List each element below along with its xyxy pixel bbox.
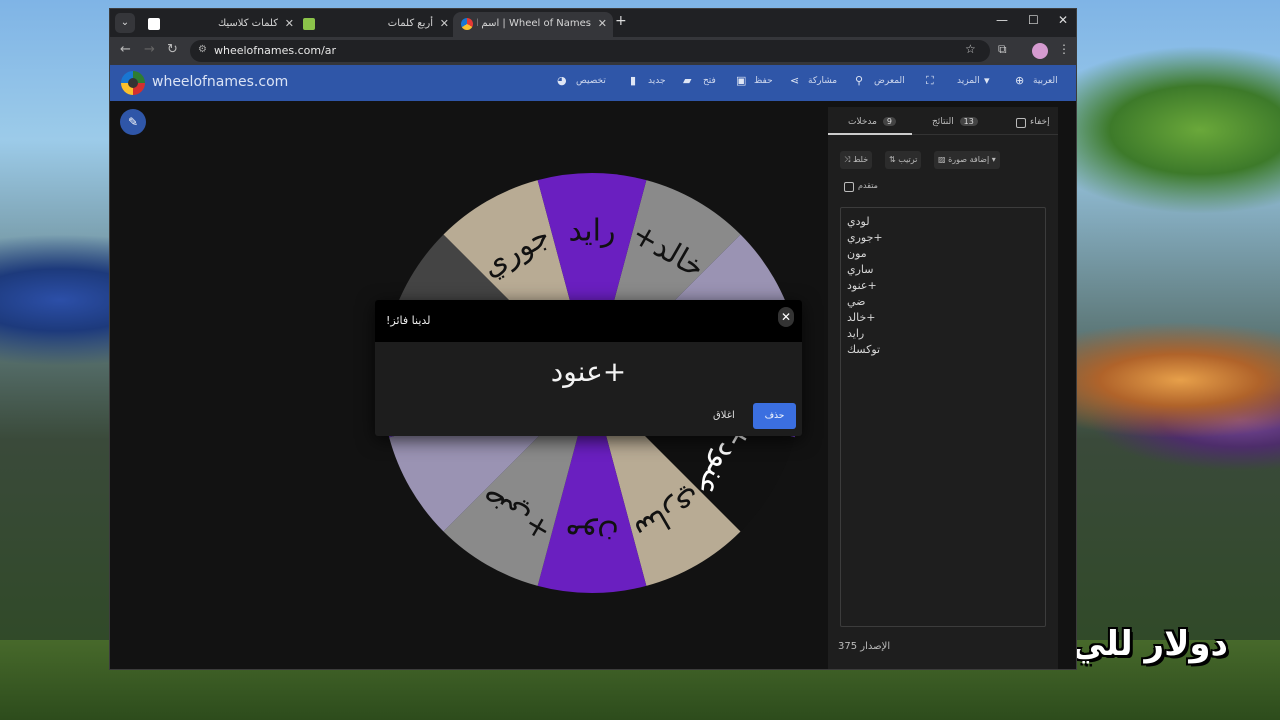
profile-avatar[interactable] (1032, 43, 1048, 59)
nav-new[interactable]: جديد (648, 76, 666, 86)
entry-line: ساري (847, 263, 874, 276)
folder-icon: ▰ (683, 74, 692, 87)
url-text: wheelofnames.com/ar (214, 44, 337, 57)
dialog-header: لدينا فائز! ✕ (375, 300, 802, 342)
entry-line: توكسك (847, 343, 881, 356)
fullscreen-icon[interactable]: ⛶ (926, 74, 934, 88)
extensions-icon[interactable]: ⧉ (998, 42, 1007, 57)
entries-panel: 9 مدخلات 13 النتائج إخفاء ⤨ خلط ⇅ ترتيب (828, 107, 1058, 669)
entry-line: رايد (847, 327, 865, 340)
shuffle-button[interactable]: ⤨ خلط (840, 151, 873, 169)
address-bar[interactable]: ⚙ wheelofnames.com/ar (190, 40, 990, 62)
nav-share[interactable]: مشاركة (808, 76, 837, 86)
entries-textarea[interactable]: لودي +جوري مون ساري +عنود ضي +خالد رايد توكسك (840, 207, 1046, 627)
close-icon[interactable]: ✕ (778, 307, 794, 327)
winner-name: +عنود (550, 355, 627, 388)
tab-close-icon[interactable]: ✕ (598, 12, 607, 36)
hide-checkbox[interactable] (1016, 118, 1026, 128)
nav-open[interactable]: فتح (703, 76, 716, 86)
app-bar: wheelofnames.com ◕ تخصيص ▮ جديد ▰ فتح ▣ … (110, 65, 1076, 101)
sort-icon: ⇅ (889, 155, 896, 164)
version-text: الإصدار 375 (838, 641, 891, 652)
tab-entries[interactable]: 9 مدخلات (848, 117, 896, 127)
save-icon: ▣ (736, 74, 747, 87)
tab-results[interactable]: 13 النتائج (932, 117, 978, 127)
edit-pencil-button[interactable]: ✎ (120, 109, 146, 135)
advanced-checkbox[interactable] (844, 182, 854, 192)
browser-menu-icon[interactable]: ⋮ (1058, 42, 1070, 56)
palette-icon: ◕ (557, 74, 567, 87)
advanced-label: متقدم (858, 181, 878, 190)
forward-icon[interactable]: → (144, 42, 155, 57)
close-window-icon[interactable]: ✕ (1058, 13, 1068, 27)
hide-label: إخفاء (1030, 117, 1050, 127)
chevron-down-icon: ▾ (991, 155, 996, 164)
chevron-down-icon: ▾ (984, 74, 990, 87)
image-icon: ▨ (938, 155, 946, 164)
shuffle-icon: ⤨ (844, 155, 851, 164)
wheel-segment-label: مون (565, 518, 619, 553)
nav-language[interactable]: العربية (1033, 76, 1058, 86)
tab-close-icon[interactable]: ✕ (440, 12, 449, 36)
dialog-title: لدينا فائز! (386, 314, 431, 327)
new-tab-button[interactable]: + (615, 13, 627, 29)
new-file-icon: ▮ (630, 74, 637, 87)
share-icon: ⋖ (790, 74, 800, 87)
sort-button[interactable]: ⇅ ترتيب (885, 151, 922, 169)
nav-customize[interactable]: تخصيص (576, 76, 606, 86)
tab-favicon-icon (303, 18, 315, 30)
tab-strip: ⌄ كلمات كلاسيك ✕ أربع كلمات ✕ Wheel of N… (110, 9, 1076, 37)
globe-icon: ⊕ (1015, 74, 1025, 87)
search-icon: ⚲ (855, 74, 864, 87)
tab-search-button[interactable]: ⌄ (115, 13, 135, 33)
entry-line: مون (847, 247, 867, 260)
back-icon[interactable]: ← (120, 42, 131, 57)
entry-line: +خالد (847, 311, 876, 324)
bookmark-star-icon[interactable]: ☆ (965, 42, 976, 56)
winner-dialog: لدينا فائز! ✕ +عنود اغلاق حذف (375, 300, 802, 436)
maximize-icon[interactable]: ☐ (1028, 13, 1039, 27)
wheel-logo-icon[interactable] (121, 71, 145, 95)
close-button[interactable]: اغلاق (713, 410, 735, 421)
panel-tabs: 9 مدخلات 13 النتائج إخفاء (828, 107, 1058, 135)
reload-icon[interactable]: ↻ (167, 42, 178, 57)
entry-line: ضي (847, 295, 866, 308)
nav-more[interactable]: المزيد (957, 76, 980, 86)
tab-favicon-icon (148, 18, 160, 30)
tab-favicon-icon (461, 18, 473, 30)
entry-line: +عنود (847, 279, 877, 292)
add-image-button[interactable]: ▨ إضافة صورة ▾ (934, 151, 1000, 169)
entry-line: لودي (847, 215, 870, 228)
minimize-icon[interactable]: — (996, 13, 1008, 27)
tab-wheel-of-names[interactable]: Wheel of Names | اسم العشوائي ✕ (453, 12, 613, 37)
wheel-segment-label: رايد (569, 213, 616, 248)
tab-close-icon[interactable]: ✕ (285, 12, 294, 36)
nav-gallery[interactable]: المعرض (874, 76, 905, 86)
browser-toolbar: ← → ↻ ⚙ wheelofnames.com/ar ☆ ⧉ ⋮ (110, 37, 1076, 65)
active-tab-indicator (828, 133, 912, 135)
site-info-icon[interactable]: ⚙ (198, 44, 207, 55)
site-name[interactable]: wheelofnames.com (152, 74, 288, 90)
tab-classic-words[interactable]: كلمات كلاسيك ✕ (140, 12, 300, 37)
nav-save[interactable]: حفظ (754, 76, 773, 86)
entry-line: +جوري (847, 231, 883, 244)
tab-four-words[interactable]: أربع كلمات ✕ (295, 12, 455, 37)
remove-button[interactable]: حذف (753, 403, 796, 429)
